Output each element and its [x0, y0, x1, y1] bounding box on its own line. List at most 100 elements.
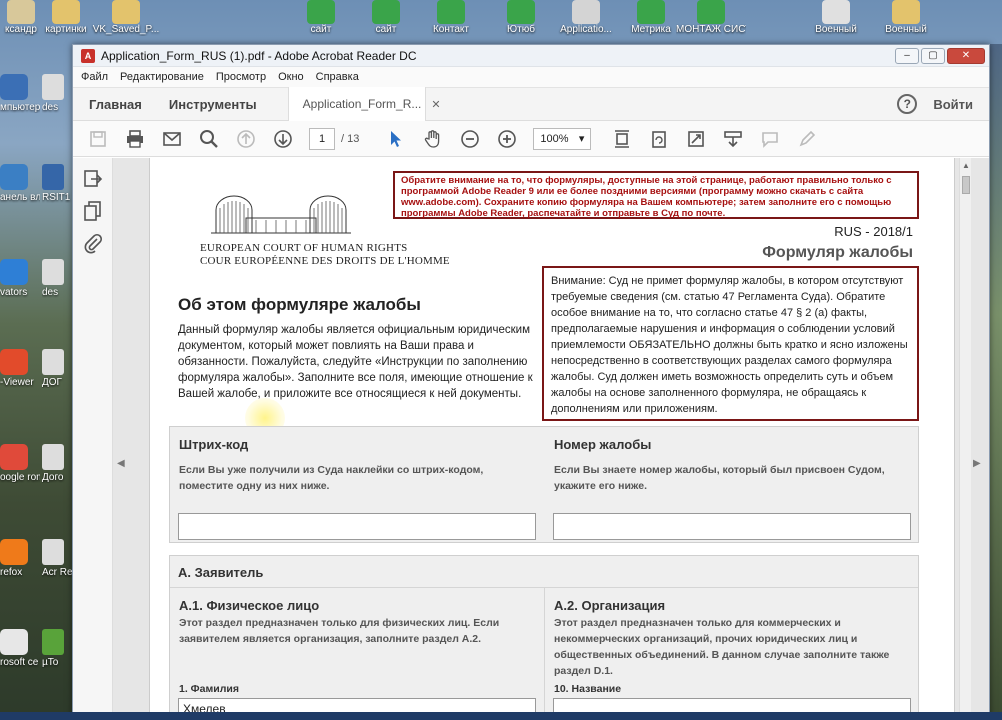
desktop-file-icon: [42, 74, 64, 100]
document-area[interactable]: ◀ ▶ EUROPEAN COURT OF HUMAN RIGHTS COUR …: [113, 158, 989, 719]
desktop-icon[interactable]: сайт: [286, 0, 356, 36]
desktop-icon[interactable]: rosoft ce W: [0, 629, 40, 668]
rotate-page-icon[interactable]: [648, 128, 670, 150]
desktop-icon[interactable]: µTo: [42, 629, 72, 668]
tab-tools[interactable]: Инструменты: [153, 97, 268, 112]
print-icon[interactable]: [124, 128, 146, 150]
desktop-icon-label: refox: [0, 567, 23, 578]
desktop-icon-label: Дого: [42, 472, 64, 483]
page-up-icon[interactable]: [235, 128, 257, 150]
search-icon[interactable]: [198, 128, 220, 150]
tab-home[interactable]: Главная: [73, 97, 153, 112]
desktop-icon[interactable]: Applicatio...: [551, 0, 621, 36]
login-button[interactable]: Войти: [933, 97, 973, 112]
barcode-column: Штрих-код Если Вы уже получили из Суда н…: [170, 427, 545, 540]
download-tool-icon[interactable]: [722, 128, 744, 150]
page-layout-icon[interactable]: [611, 128, 633, 150]
menu-help[interactable]: Справка: [316, 71, 359, 83]
desktop-icon-label: des: [42, 102, 59, 113]
desktop-icon[interactable]: МОНТАЖ СИСТЕМ: [676, 0, 746, 36]
page-number-input[interactable]: 1: [309, 127, 335, 150]
help-icon[interactable]: ?: [897, 94, 918, 114]
save-icon[interactable]: [87, 128, 109, 150]
zoom-value: 100%: [540, 132, 569, 145]
form-id: RUS - 2018/1: [834, 224, 913, 239]
vertical-scrollbar[interactable]: ▲: [959, 158, 971, 719]
page-down-icon[interactable]: [272, 128, 294, 150]
collapse-right-icon[interactable]: ▶: [973, 458, 981, 469]
email-icon[interactable]: [161, 128, 183, 150]
desktop-icon[interactable]: сайт: [351, 0, 421, 36]
window-title: Application_Form_RUS (1).pdf - Adobe Acr…: [101, 48, 417, 63]
highlight-pen-icon[interactable]: [796, 128, 818, 150]
desktop-icon[interactable]: oogle rome: [0, 444, 40, 483]
desktop-icon-label: vators: [0, 287, 28, 298]
fullscreen-icon[interactable]: [685, 128, 707, 150]
desktop-icon[interactable]: Ютюб: [486, 0, 556, 36]
desktop-shortcut-icon: [0, 259, 28, 285]
maximize-button[interactable]: ▢: [921, 47, 945, 64]
desktop-shortcut-icon: [307, 0, 335, 24]
desktop-shortcut-icon: [637, 0, 665, 24]
toolbar: 1 / 13 100% ▾: [73, 121, 989, 157]
desktop-icon[interactable]: vators: [0, 259, 40, 298]
desktop-icon[interactable]: -Viewer: [0, 349, 40, 388]
scroll-up-icon[interactable]: ▲: [962, 161, 970, 170]
desktop-icon[interactable]: des: [42, 259, 72, 298]
close-window-button[interactable]: ✕: [947, 47, 985, 64]
zoom-in-icon[interactable]: [496, 128, 518, 150]
copy-pages-icon[interactable]: [82, 200, 104, 222]
organisation-name-label: 10. Название: [554, 683, 622, 695]
about-text: Данный формуляр жалобы является официаль…: [178, 324, 533, 400]
application-number-field[interactable]: [553, 513, 911, 540]
desktop-icon[interactable]: Военный: [801, 0, 871, 36]
hand-tool-icon[interactable]: [422, 128, 444, 150]
desktop-icon-label: Ютюб: [507, 24, 535, 35]
desktop-icon[interactable]: анель вления: [0, 164, 40, 203]
desktop-icon[interactable]: Военный: [871, 0, 941, 36]
desktop-file-icon: [42, 629, 64, 655]
desktop-shortcut-icon: [697, 0, 725, 24]
collapse-left-icon[interactable]: ◀: [117, 458, 125, 469]
select-cursor-icon[interactable]: [385, 128, 407, 150]
desktop-shortcut-icon: [0, 629, 28, 655]
menu-file[interactable]: Файл: [81, 71, 108, 83]
desktop-shortcut-icon: [822, 0, 850, 24]
desktop-icon[interactable]: Контакт: [416, 0, 486, 36]
menu-bar: Файл Редактирование Просмотр Окно Справк…: [73, 67, 989, 87]
barcode-text: Если Вы уже получили из Суда наклейки со…: [179, 464, 484, 492]
court-name-fr: COUR EUROPÉENNE DES DROITS DE L'HOMME: [200, 255, 450, 267]
close-tab-icon[interactable]: ✕: [431, 98, 440, 111]
desktop-icon[interactable]: Acr Read: [42, 539, 72, 578]
desktop-file-icon: [42, 349, 64, 375]
attachment-icon[interactable]: [82, 232, 104, 254]
zoom-select[interactable]: 100% ▾: [533, 127, 592, 150]
desktop-icon-label: RSIT1: [42, 192, 71, 203]
desktop-shortcut-icon: [372, 0, 400, 24]
desktop-icon[interactable]: Дого: [42, 444, 72, 483]
desktop-icon[interactable]: мпьютер: [0, 74, 40, 113]
desktop-icon[interactable]: ДОГ: [42, 349, 72, 388]
menu-window[interactable]: Окно: [278, 71, 304, 83]
comment-icon[interactable]: [759, 128, 781, 150]
scroll-thumb[interactable]: [962, 176, 970, 194]
desktop-icon[interactable]: des: [42, 74, 72, 113]
desktop-icon[interactable]: VK_Saved_P...: [91, 0, 161, 36]
desktop-icon[interactable]: refox: [0, 539, 40, 578]
desktop-shortcut-icon: [0, 539, 28, 565]
minimize-button[interactable]: ‒: [895, 47, 919, 64]
menu-edit[interactable]: Редактирование: [120, 71, 204, 83]
barcode-field[interactable]: [178, 513, 536, 540]
tab-document[interactable]: Application_Form_R... ✕: [287, 87, 441, 121]
desktop-shortcut-icon: [507, 0, 535, 24]
desktop-icon[interactable]: RSIT1: [42, 164, 72, 203]
zoom-out-icon[interactable]: [459, 128, 481, 150]
application-number-title: Номер жалобы: [554, 437, 652, 452]
menu-view[interactable]: Просмотр: [216, 71, 266, 83]
desktop-icon-label: Контакт: [432, 24, 469, 35]
desktop-file-icon: [42, 164, 64, 190]
page-thumbnails-icon[interactable]: [82, 168, 104, 190]
desktop-shortcut-icon: [892, 0, 920, 24]
desktop-icon-label: Военный: [815, 24, 857, 35]
desktop-icon-label: Военный: [885, 24, 927, 35]
